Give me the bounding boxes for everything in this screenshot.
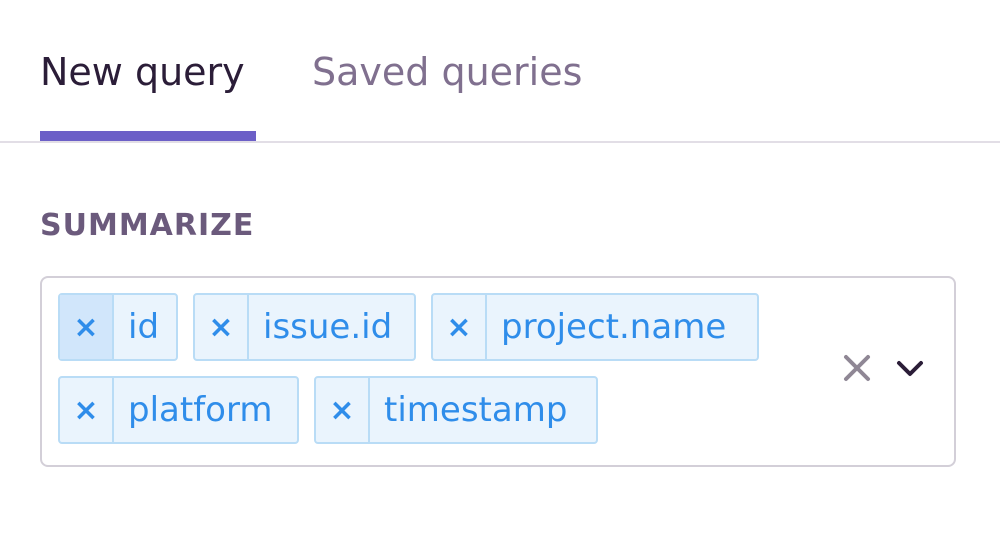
chip-label: issue.id: [263, 307, 393, 347]
clear-icon[interactable]: [840, 351, 874, 385]
chevron-down-icon[interactable]: [894, 355, 926, 383]
chip-timestamp: × timestamp: [314, 376, 598, 444]
chip-remove-button[interactable]: ×: [195, 295, 249, 359]
query-builder-panel: New query Saved queries SUMMARIZE × id ×…: [0, 0, 1000, 540]
chip-id: × id: [58, 293, 178, 361]
chip-label: timestamp: [384, 390, 568, 430]
chip-remove-button[interactable]: ×: [60, 295, 114, 359]
chip-label: platform: [128, 390, 273, 430]
chip-project-name: × project.name: [431, 293, 759, 361]
chip-remove-button[interactable]: ×: [60, 378, 114, 442]
tab-new-query[interactable]: New query: [40, 48, 245, 96]
chip-remove-button[interactable]: ×: [433, 295, 487, 359]
chip-label: id: [128, 307, 160, 347]
chip-label: project.name: [501, 307, 727, 347]
summarize-label: SUMMARIZE: [40, 208, 255, 243]
active-tab-indicator: [40, 131, 256, 141]
query-tabs: New query Saved queries: [0, 0, 1000, 143]
chip-issue-id: × issue.id: [193, 293, 416, 361]
tab-saved-queries[interactable]: Saved queries: [312, 48, 582, 96]
chip-remove-button[interactable]: ×: [316, 378, 370, 442]
chip-platform: × platform: [58, 376, 299, 444]
